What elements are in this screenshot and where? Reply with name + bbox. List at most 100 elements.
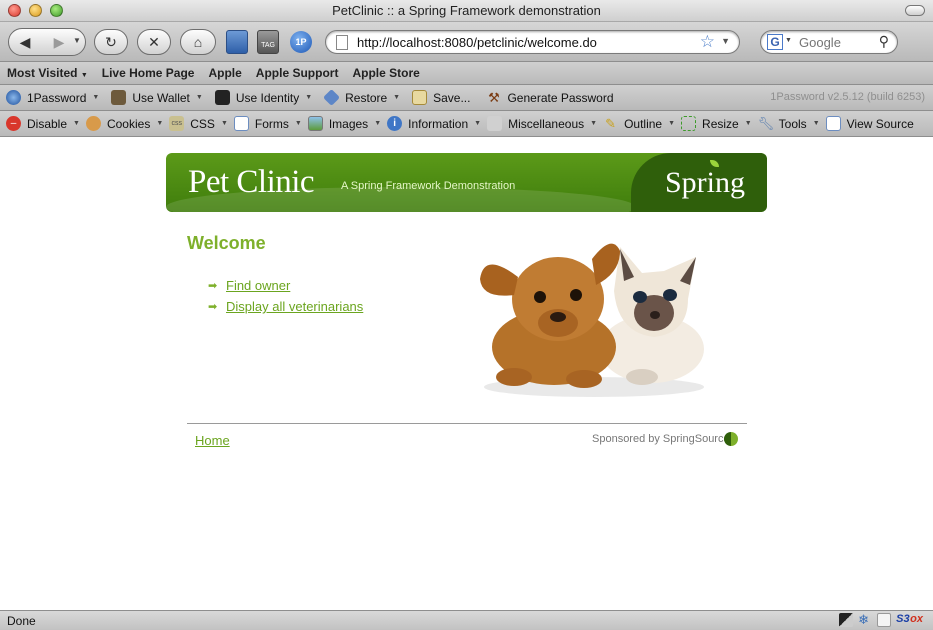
back-button[interactable]: ◀	[10, 30, 40, 54]
window-title: PetClinic :: a Spring Framework demonstr…	[332, 3, 601, 18]
forms-icon	[233, 116, 249, 131]
reload-icon: ↻	[105, 33, 117, 50]
bookmarks-toolbar: Most Visited ▼ Live Home Page Apple Appl…	[0, 62, 933, 85]
welcome-links: ➡ Find owner ➡ Display all veterinarians	[208, 275, 363, 317]
forward-button[interactable]: ▶	[45, 30, 73, 54]
wd-forms-menu[interactable]: Forms ▼	[233, 116, 304, 131]
chevron-down-icon: ▼	[73, 120, 80, 127]
page-icon	[336, 35, 348, 50]
spring-logo: Spring	[664, 166, 745, 199]
page-viewport: Pet Clinic A Spring Framework Demonstrat…	[0, 137, 933, 610]
chevron-down-icon: ▼	[668, 120, 676, 127]
mail-icon[interactable]	[877, 613, 892, 627]
wd-information-menu[interactable]: i Information ▼	[387, 116, 483, 131]
banner-tagline: A Spring Framework Demonstration	[341, 180, 516, 192]
petclinic-logo: Pet Clinic	[188, 164, 315, 200]
wd-disable-menu[interactable]: – Disable ▼	[6, 116, 82, 131]
arrow-right-icon: ➡	[208, 301, 218, 313]
chevron-down-icon: ▼	[474, 120, 482, 127]
chevron-down-icon: ▼	[374, 120, 382, 127]
footer-divider	[187, 423, 747, 424]
list-item: ➡ Find owner	[208, 275, 363, 296]
springsource-logo-icon[interactable]	[724, 432, 738, 446]
disable-icon: –	[6, 116, 21, 131]
wallet-icon	[111, 90, 127, 105]
wd-miscellaneous-menu[interactable]: Miscellaneous ▼	[487, 116, 599, 131]
status-text: Done	[7, 614, 36, 628]
tag-icon[interactable]: TAG	[257, 30, 279, 54]
window-title-bar: PetClinic :: a Spring Framework demonstr…	[0, 0, 933, 22]
home-button[interactable]: ⌂	[180, 29, 216, 55]
generate-password-button[interactable]: ⚒ Generate Password	[486, 90, 613, 105]
chevron-down-icon: ▼	[220, 120, 228, 127]
chevron-down-icon: ▼	[80, 72, 88, 79]
bookmark-apple-store[interactable]: Apple Store	[352, 66, 419, 80]
onepassword-menu[interactable]: 1Password ▼	[6, 90, 101, 105]
bookmark-apple[interactable]: Apple	[208, 66, 241, 80]
engine-dropdown-icon[interactable]: ▼	[785, 37, 792, 44]
chevron-down-icon: ▼	[195, 94, 203, 101]
wrench-icon: 🔧︎	[757, 116, 775, 131]
zoom-window-button[interactable]	[50, 4, 63, 17]
search-icon[interactable]: ⚲	[879, 33, 889, 50]
save-button[interactable]: Save...	[412, 90, 470, 105]
use-identity-menu[interactable]: Use Identity ▼	[214, 90, 314, 105]
identity-icon	[214, 90, 230, 105]
info-icon: i	[387, 116, 403, 131]
chevron-down-icon: ▼	[156, 120, 164, 127]
bookmark-live-home-page[interactable]: Live Home Page	[102, 66, 195, 80]
search-input[interactable]	[799, 34, 875, 50]
bookmark-apple-support[interactable]: Apple Support	[256, 66, 339, 80]
wd-view-source-menu[interactable]: View Source	[825, 116, 914, 131]
onepassword-icon[interactable]: 1P	[290, 31, 312, 53]
resize-icon	[681, 116, 697, 131]
search-bar[interactable]: G ▼ ⚲	[760, 30, 898, 54]
toolbar-toggle-button[interactable]	[905, 5, 925, 16]
stop-icon: ✕	[148, 33, 160, 50]
display-vets-link[interactable]: Display all veterinarians	[226, 299, 363, 314]
address-bar[interactable]: http://localhost:8080/petclinic/welcome.…	[325, 30, 740, 54]
restore-menu[interactable]: Restore ▼	[323, 89, 402, 106]
bookmark-most-visited[interactable]: Most Visited ▼	[7, 66, 88, 80]
wd-outline-menu[interactable]: ✎ Outline ▼	[603, 116, 677, 131]
navigation-toolbar: ◀ ▶ ▼ ↻ ✕ ⌂ TAG 1P http://localhost:8080…	[0, 22, 933, 62]
url-dropdown-icon[interactable]: ▼	[721, 36, 730, 46]
list-item: ➡ Display all veterinarians	[208, 296, 363, 317]
url-text[interactable]: http://localhost:8080/petclinic/welcome.…	[357, 35, 597, 50]
history-dropdown-icon[interactable]: ▼	[73, 36, 81, 45]
images-icon	[307, 116, 323, 131]
minimize-window-button[interactable]	[29, 4, 42, 17]
wd-images-menu[interactable]: Images ▼	[307, 116, 383, 131]
snowflake-icon[interactable]: ❄	[858, 613, 872, 627]
save-icon	[412, 90, 428, 105]
page-info-icon[interactable]	[839, 613, 854, 627]
wd-resize-menu[interactable]: Resize ▼	[681, 116, 754, 131]
status-icons: ❄ S3ox	[839, 613, 923, 627]
window-controls	[8, 4, 63, 17]
web-developer-toolbar: – Disable ▼ Cookies ▼ css CSS ▼ Forms ▼ Imag…	[0, 111, 933, 137]
home-icon: ⌂	[193, 34, 203, 50]
wd-cookies-menu[interactable]: Cookies ▼	[85, 116, 165, 131]
onepassword-icon	[6, 90, 21, 105]
back-forward-control: ◀ ▶ ▼	[8, 28, 86, 56]
sponsor-text: Sponsored by SpringSource	[592, 433, 730, 445]
restore-icon	[323, 89, 341, 106]
bookmark-page-icon[interactable]	[226, 30, 248, 54]
stop-button[interactable]: ✕	[137, 29, 171, 55]
reload-button[interactable]: ↻	[94, 29, 128, 55]
chevron-down-icon: ▼	[305, 94, 313, 101]
s3fox-button[interactable]: S3ox	[896, 613, 923, 627]
home-link[interactable]: Home	[195, 433, 230, 448]
wd-css-menu[interactable]: css CSS ▼	[169, 116, 230, 131]
chevron-down-icon: ▼	[92, 94, 100, 101]
wd-tools-menu[interactable]: 🔧︎ Tools ▼	[758, 116, 822, 131]
css-icon: css	[169, 116, 185, 131]
chevron-down-icon: ▼	[294, 120, 302, 127]
page-heading: Welcome	[187, 233, 266, 253]
pets-image	[480, 243, 704, 397]
find-owner-link[interactable]: Find owner	[226, 278, 290, 293]
close-window-button[interactable]	[8, 4, 21, 17]
google-engine-icon[interactable]: G	[767, 34, 783, 50]
bookmark-star-icon[interactable]: ☆	[700, 32, 715, 52]
use-wallet-menu[interactable]: Use Wallet ▼	[111, 90, 205, 105]
